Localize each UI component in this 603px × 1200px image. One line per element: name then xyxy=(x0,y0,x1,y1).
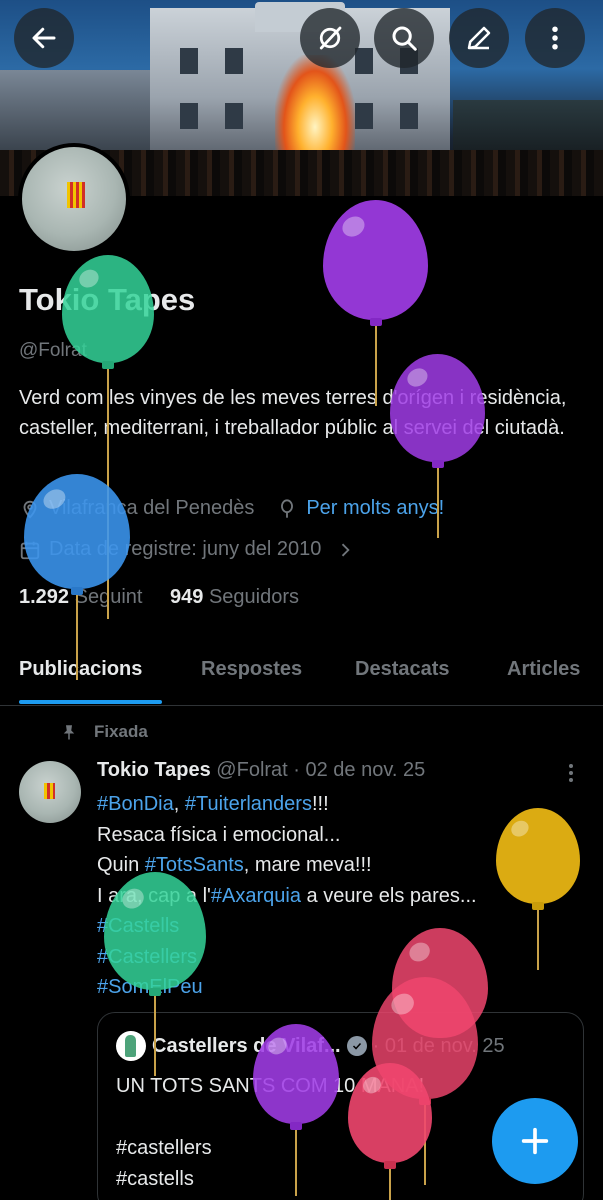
pin-icon xyxy=(63,725,75,740)
more-options-button[interactable] xyxy=(525,8,585,68)
balloon-pink xyxy=(348,1063,432,1200)
hashtag-link[interactable]: #Tuiterlanders xyxy=(185,793,312,815)
hashtag-link[interactable]: #BonDia xyxy=(97,793,174,815)
edit-icon xyxy=(467,26,491,50)
chevron-right-icon xyxy=(342,543,351,556)
balloon-icon xyxy=(281,498,294,518)
back-arrow-icon xyxy=(32,27,56,49)
pinned-label: Fixada xyxy=(94,722,148,741)
compose-button[interactable] xyxy=(492,1098,578,1184)
tab-articles[interactable]: Articles xyxy=(507,658,580,681)
post-author-name[interactable]: Tokio Tapes xyxy=(97,759,211,781)
profile-avatar[interactable] xyxy=(18,143,130,255)
post-author-avatar[interactable] xyxy=(19,761,81,823)
translate-off-icon xyxy=(319,26,342,50)
post-more-button[interactable] xyxy=(560,760,582,786)
hashtag-link[interactable]: #Axarquia xyxy=(211,885,301,907)
edit-button[interactable] xyxy=(449,8,509,68)
tab-respostes[interactable]: Respostes xyxy=(201,658,302,681)
more-vertical-icon xyxy=(552,26,558,50)
senyera-patch xyxy=(44,783,55,799)
translate-button[interactable] xyxy=(300,8,360,68)
verified-icon xyxy=(346,1036,367,1056)
balloon-blue xyxy=(24,474,130,684)
balloon-green xyxy=(104,872,206,1077)
tab-destacats[interactable]: Destacats xyxy=(355,658,450,681)
plus-icon xyxy=(521,1127,549,1155)
search-button[interactable] xyxy=(374,8,434,68)
search-icon xyxy=(392,26,417,51)
back-button[interactable] xyxy=(14,8,74,68)
senyera-patch xyxy=(67,182,85,208)
pinned-indicator: Fixada xyxy=(60,722,148,742)
active-tab-indicator xyxy=(19,700,162,704)
balloon-yellow xyxy=(496,808,580,973)
balloon-purple xyxy=(390,354,485,539)
post-header: Tokio Tapes @Folrat · 02 de nov. 25 xyxy=(97,759,425,782)
balloon-purple xyxy=(253,1024,339,1200)
post-handle-date: @Folrat · 02 de nov. 25 xyxy=(216,759,426,781)
followers-link[interactable]: 949 Seguidors xyxy=(170,586,299,608)
